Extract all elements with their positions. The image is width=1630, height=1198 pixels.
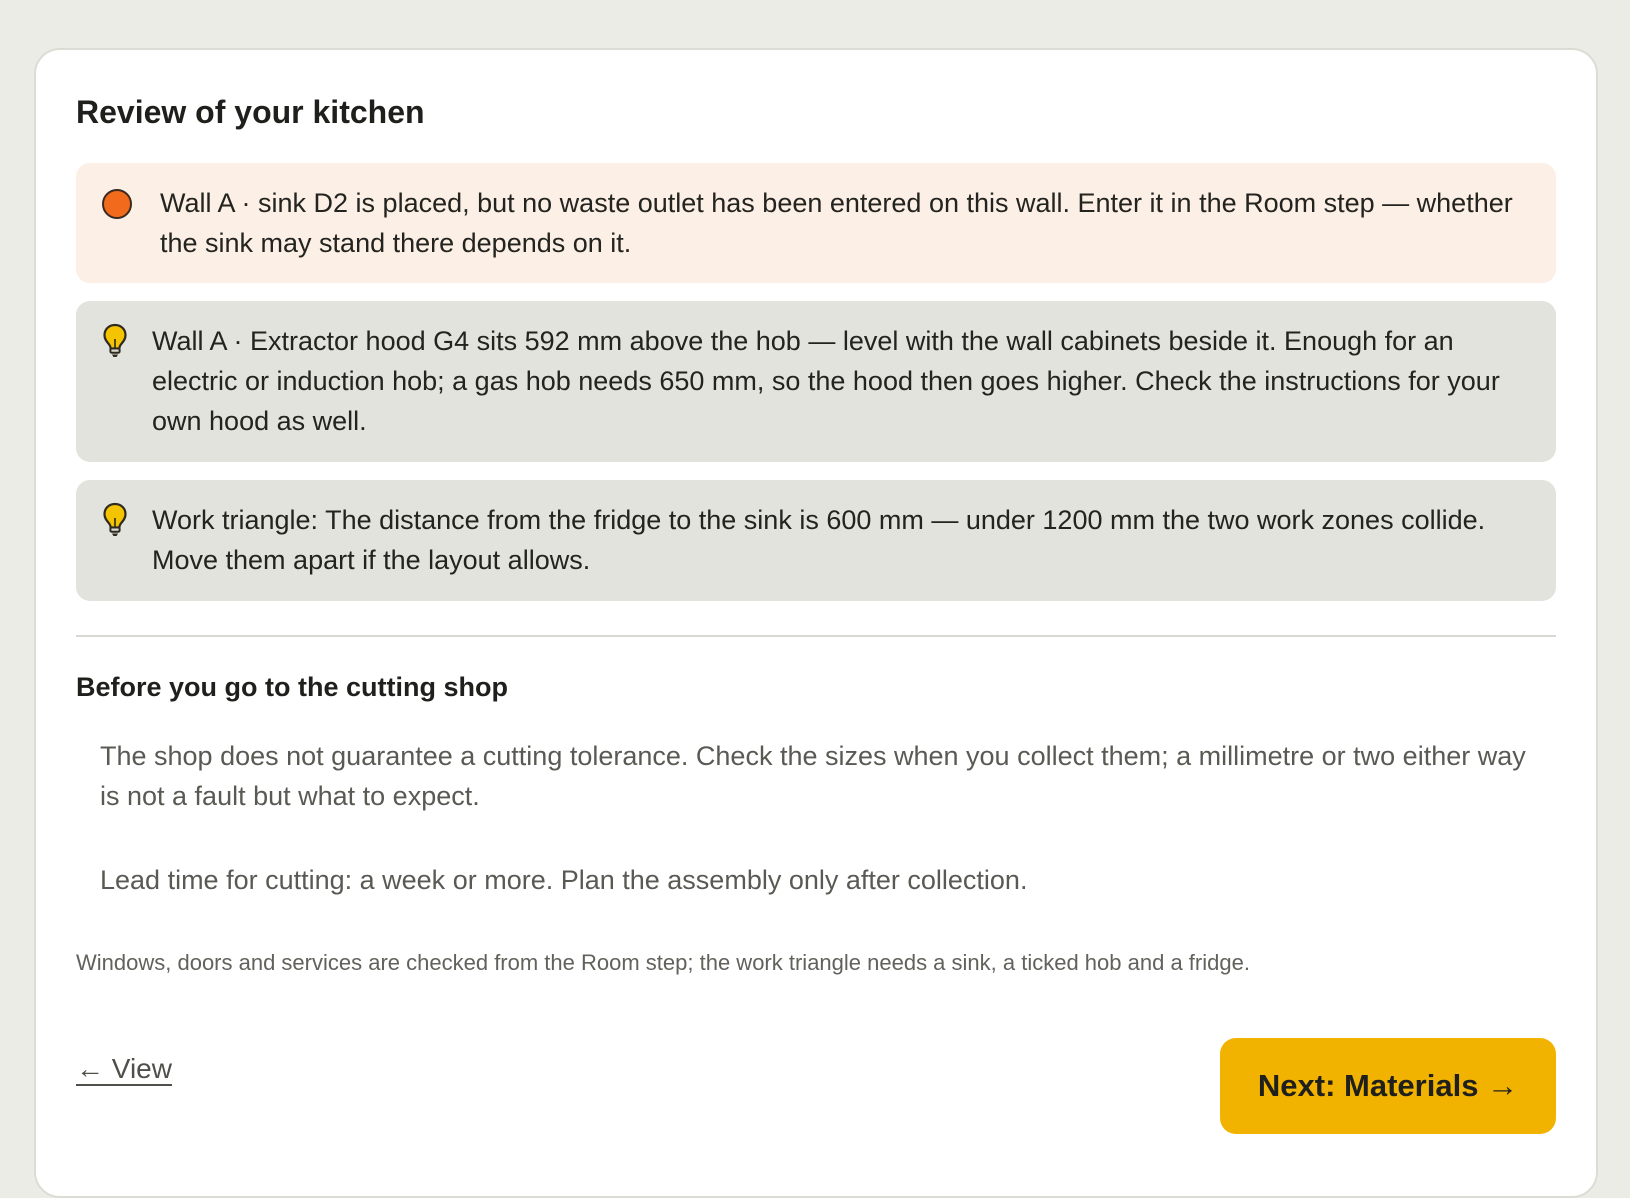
- notice-tip-extractor-hood: Wall A · Extractor hood G4 sits 592 mm a…: [76, 301, 1556, 462]
- notice-tip-work-triangle: Work triangle: The distance from the fri…: [76, 480, 1556, 601]
- page-title: Review of your kitchen: [76, 94, 425, 130]
- next-materials-button[interactable]: Next: Materials →: [1220, 1038, 1556, 1134]
- back-to-view-link[interactable]: ← View: [76, 1053, 172, 1085]
- notice-warning-waste-outlet: Wall A · sink D2 is placed, but no waste…: [76, 163, 1556, 283]
- notice-text: Wall A · sink D2 is placed, but no waste…: [160, 188, 1513, 258]
- section-title-cutting-shop: Before you go to the cutting shop: [76, 672, 508, 702]
- lightbulb-icon: [103, 502, 127, 536]
- section-divider: [76, 635, 1556, 637]
- lightbulb-icon: [103, 323, 127, 357]
- notice-text: Wall A · Extractor hood G4 sits 592 mm a…: [152, 326, 1500, 436]
- review-card: Review of your kitchen Wall A · sink D2 …: [34, 48, 1598, 1198]
- lead-time-paragraph: Lead time for cutting: a week or more. P…: [100, 865, 1028, 895]
- cutting-tolerance-paragraph: The shop does not guarantee a cutting to…: [100, 741, 1526, 811]
- orange-dot-icon: [102, 189, 132, 219]
- notice-text: Work triangle: The distance from the fri…: [152, 505, 1486, 575]
- footnote: Windows, doors and services are checked …: [76, 950, 1250, 975]
